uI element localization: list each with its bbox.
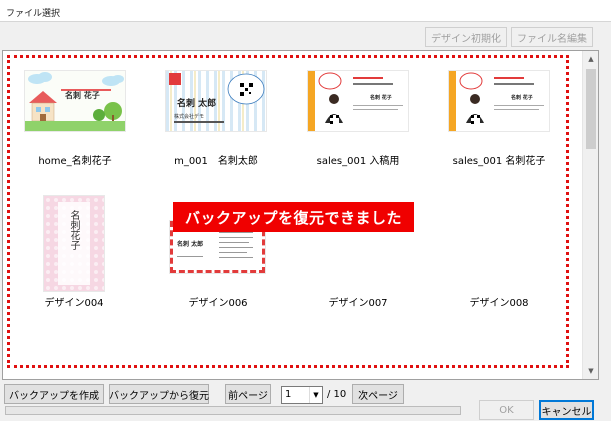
card-preview: 名刺 花子 <box>449 71 549 131</box>
scroll-down-arrow-icon[interactable]: ▼ <box>583 363 598 379</box>
thumbnail-caption: home_名刺花子 <box>38 156 112 167</box>
card-preview: 名刺 太郎 株式会社デモ <box>166 71 266 131</box>
restore-backup-button[interactable]: バックアップから復元 <box>109 384 209 404</box>
thumbnail-caption: sales_001 入稿用 <box>316 156 400 167</box>
next-page-button[interactable]: 次ページ <box>352 384 404 404</box>
restore-success-toast: バックアップを復元できました <box>173 202 414 232</box>
thumbnail-caption: デザイン008 <box>469 298 529 309</box>
card-artwork <box>25 72 125 131</box>
page-select[interactable]: 1 ▼ <box>281 386 323 404</box>
page-select-value: 1 <box>285 389 292 400</box>
thumbnail-caption: デザイン006 <box>188 298 248 309</box>
scroll-up-arrow-icon[interactable]: ▲ <box>583 51 598 67</box>
reset-design-button[interactable]: デザイン初期化 <box>425 27 507 47</box>
card-name-text: 名刺 花子 <box>511 95 533 101</box>
card-name-text: 名刺 花子 <box>370 95 392 101</box>
vertical-scrollbar[interactable]: ▲ ▼ <box>582 51 598 379</box>
thumbnail-caption: m_001 名刺太郎 <box>174 156 258 167</box>
page-total: / 10 <box>327 389 347 400</box>
progress-bar <box>5 406 461 415</box>
create-backup-button[interactable]: バックアップを作成 <box>4 384 104 404</box>
ok-button[interactable]: OK <box>479 400 534 420</box>
card-artwork <box>308 71 408 131</box>
edit-filename-button[interactable]: ファイル名編集 <box>511 27 593 47</box>
chevron-down-icon[interactable]: ▼ <box>309 387 322 403</box>
window-title: ファイル選択 <box>0 0 611 22</box>
card-artwork <box>449 71 549 131</box>
thumbnail-caption: デザイン007 <box>328 298 388 309</box>
card-name-text: 名刺 太郎 <box>177 241 204 248</box>
prev-page-button[interactable]: 前ページ <box>225 384 271 404</box>
card-preview: 名刺 花子 <box>308 71 408 131</box>
card-name-text: 名刺 太郎 <box>177 99 217 109</box>
card-preview: 名刺 花子 <box>25 71 125 131</box>
cancel-button[interactable]: キャンセル <box>539 400 594 420</box>
scroll-thumb[interactable] <box>586 69 596 149</box>
card-name-text: 名刺 花子 <box>65 91 100 100</box>
thumbnail-caption: デザイン004 <box>44 298 104 309</box>
card-company-text: 株式会社デモ <box>174 114 205 120</box>
card-preview: 名刺花子 <box>44 196 104 291</box>
card-name-text: 名刺花子 <box>68 210 79 250</box>
thumbnail-caption: sales_001 名刺花子 <box>452 156 546 167</box>
